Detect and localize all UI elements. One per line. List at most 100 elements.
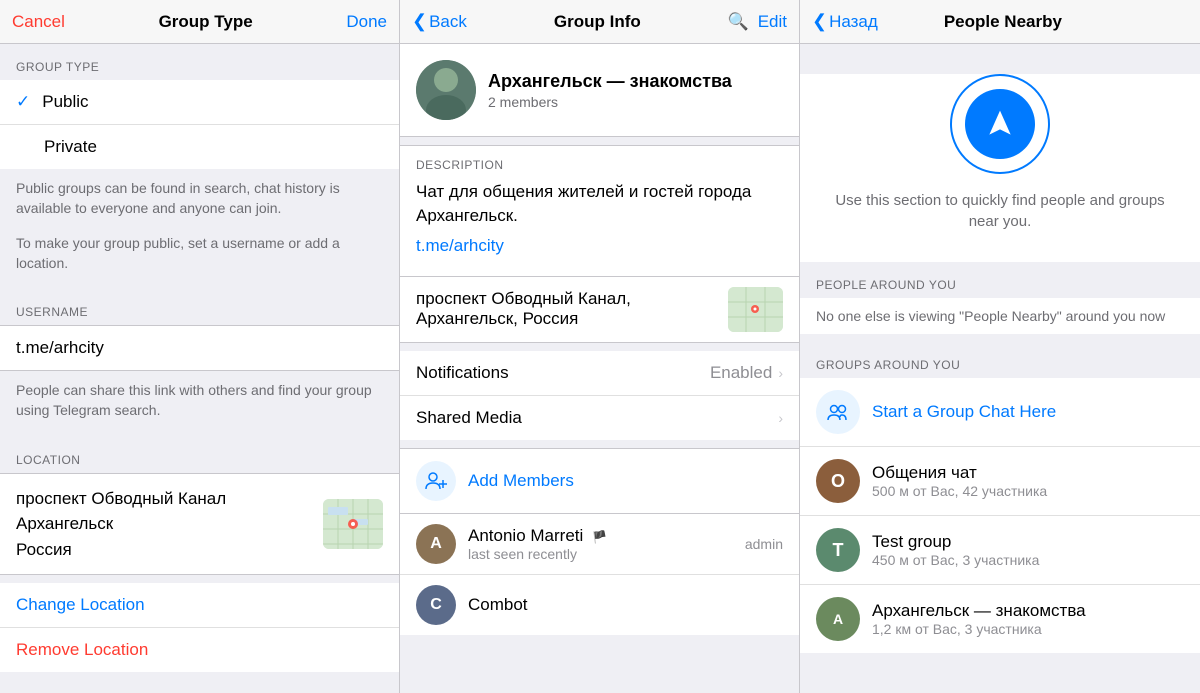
remove-location-row[interactable]: Remove Location	[0, 627, 399, 672]
edit-label: Edit	[758, 12, 787, 31]
notifications-chevron-icon: ›	[778, 365, 783, 381]
start-group-svg	[826, 400, 850, 424]
panel3-scroll: Use this section to quickly find people …	[800, 44, 1200, 693]
map-thumbnail-svg	[323, 499, 383, 549]
flag-icon-0: 🏴	[592, 530, 607, 544]
group-type-list: ✓ Public Private	[0, 80, 399, 169]
group-avatar	[416, 60, 476, 120]
nearby-group-distance-1: 450 м от Вас, 3 участника	[872, 552, 1184, 568]
notifications-value: Enabled	[710, 363, 772, 383]
member-avatar-1: C	[416, 585, 456, 625]
nearby-group-distance-0: 500 м от Вас, 42 участника	[872, 483, 1184, 499]
nearby-group-name-0: Общения чат	[872, 463, 1184, 483]
gap3	[400, 440, 799, 448]
location-arrow-icon	[965, 89, 1035, 159]
nearby-group-row-0[interactable]: О Общения чат 500 м от Вас, 42 участника	[800, 447, 1200, 516]
option-private[interactable]: Private	[0, 125, 399, 169]
back-button-people-nearby[interactable]: ❮ Назад	[812, 11, 878, 32]
nearby-group-distance-2: 1,2 км от Вас, 3 участника	[872, 621, 1184, 637]
member-info-1: Combot	[468, 595, 783, 615]
member-role-0: admin	[745, 536, 783, 552]
location-text: проспект Обводный Канал Архангельск Росс…	[16, 486, 323, 563]
start-group-label: Start a Group Chat Here	[872, 402, 1056, 422]
location-circle	[950, 74, 1050, 174]
nearby-group-row-1[interactable]: T Test group 450 м от Вас, 3 участника	[800, 516, 1200, 585]
nearby-group-name-2: Архангельск — знакомства	[872, 601, 1184, 621]
groups-around-list: Start a Group Chat Here О Общения чат 50…	[800, 378, 1200, 653]
section-username-header: USERNAME	[0, 289, 399, 325]
gap2	[400, 343, 799, 351]
nav-bar-people-nearby: ❮ Назад People Nearby	[800, 0, 1200, 44]
shared-media-label: Shared Media	[416, 408, 778, 428]
member-status-0: last seen recently	[468, 546, 733, 562]
nearby-group-row-2[interactable]: А Архангельск — знакомства 1,2 км от Вас…	[800, 585, 1200, 653]
description-section: DESCRIPTION Чат для общения жителей и го…	[400, 145, 799, 277]
nearby-group-info-1: Test group 450 м от Вас, 3 участника	[872, 532, 1184, 568]
panel2-scroll: Архангельск — знакомства 2 members DESCR…	[400, 44, 799, 693]
back-button-group-info[interactable]: ❮ Back	[412, 11, 467, 32]
gap-nearby	[800, 334, 1200, 342]
done-button[interactable]: Done	[346, 12, 387, 32]
nearby-group-info-2: Архангельск — знакомства 1,2 км от Вас, …	[872, 601, 1184, 637]
username-info: People can share this link with others a…	[0, 371, 399, 436]
group-map-svg	[728, 287, 783, 332]
location-display: проспект Обводный Канал Архангельск Росс…	[0, 473, 399, 576]
nearby-group-avatar-2: А	[816, 597, 860, 641]
gap-after-location	[0, 575, 399, 583]
settings-list: Notifications Enabled › Shared Media ›	[400, 351, 799, 440]
option-public[interactable]: ✓ Public	[0, 80, 399, 125]
member-name-0: Antonio Marreti 🏴	[468, 526, 733, 546]
nearby-group-avatar-0: О	[816, 459, 860, 503]
add-members-svg	[424, 469, 448, 493]
panel-people-nearby: ❮ Назад People Nearby Use this section t…	[800, 0, 1200, 693]
nearby-group-avatar-1: T	[816, 528, 860, 572]
start-group-icon	[816, 390, 860, 434]
nearby-group-info-0: Общения чат 500 м от Вас, 42 участника	[872, 463, 1184, 499]
back-chevron-icon-nearby: ❮	[812, 11, 827, 32]
group-location-row: проспект Обводный Канал, Архангельск, Ро…	[400, 277, 799, 343]
group-header-row: Архангельск — знакомства 2 members	[400, 44, 799, 137]
group-link[interactable]: t.me/arhcity	[416, 236, 783, 256]
notifications-row[interactable]: Notifications Enabled ›	[400, 351, 799, 396]
section-group-type-header: GROUP TYPE	[0, 44, 399, 80]
member-row-1[interactable]: C Combot	[400, 575, 799, 635]
member-name-1: Combot	[468, 595, 783, 615]
member-info-0: Antonio Marreti 🏴 last seen recently	[468, 526, 733, 562]
location-map-thumb	[323, 499, 383, 549]
back-chevron-icon: ❮	[412, 11, 427, 32]
location-line3: Россия	[16, 537, 323, 563]
no-one-text: No one else is viewing "People Nearby" a…	[800, 298, 1200, 334]
shared-media-chevron-icon: ›	[778, 410, 783, 426]
location-hero: Use this section to quickly find people …	[800, 74, 1200, 262]
arrow-icon-svg	[984, 108, 1016, 140]
section-people-around: PEOPLE AROUND YOU	[800, 262, 1200, 298]
group-map-thumb	[728, 287, 783, 332]
start-group-row[interactable]: Start a Group Chat Here	[800, 378, 1200, 447]
group-info: Архангельск — знакомства 2 members	[488, 71, 732, 110]
edit-button[interactable]: 🔍 Edit	[728, 12, 787, 32]
member-row-0[interactable]: A Antonio Marreti 🏴 last seen recently a…	[400, 514, 799, 575]
change-location-row[interactable]: Change Location	[0, 583, 399, 627]
cancel-button[interactable]: Cancel	[12, 12, 65, 32]
nav-title-nearby: People Nearby	[944, 12, 1062, 32]
username-value[interactable]: t.me/arhcity	[0, 325, 399, 371]
description-label: DESCRIPTION	[416, 158, 783, 172]
back-label-group-info: Back	[429, 12, 467, 32]
nav-bar-group-type: Cancel Group Type Done	[0, 0, 399, 44]
nav-bar-group-info: ❮ Back Group Info 🔍 Edit	[400, 0, 799, 44]
group-name: Архангельск — знакомства	[488, 71, 732, 92]
search-icon: 🔍	[728, 12, 749, 31]
option-private-label: Private	[16, 137, 383, 157]
shared-media-row[interactable]: Shared Media ›	[400, 396, 799, 440]
panel1-scroll: GROUP TYPE ✓ Public Private Public group…	[0, 44, 399, 693]
location-line1: проспект Обводный Канал	[16, 486, 323, 512]
description-text: Чат для общения жителей и гостей города …	[416, 180, 783, 228]
public-info-text2: To make your group public, set a usernam…	[0, 234, 399, 289]
panel-group-type: Cancel Group Type Done GROUP TYPE ✓ Publ…	[0, 0, 400, 693]
location-line2: Архангельск	[16, 511, 323, 537]
add-members-row[interactable]: Add Members	[400, 448, 799, 514]
section-location-header: LOCATION	[0, 437, 399, 473]
group-avatar-image	[416, 60, 476, 120]
section-groups-around: GROUPS AROUND YOU	[800, 342, 1200, 378]
option-public-label: Public	[42, 92, 383, 112]
